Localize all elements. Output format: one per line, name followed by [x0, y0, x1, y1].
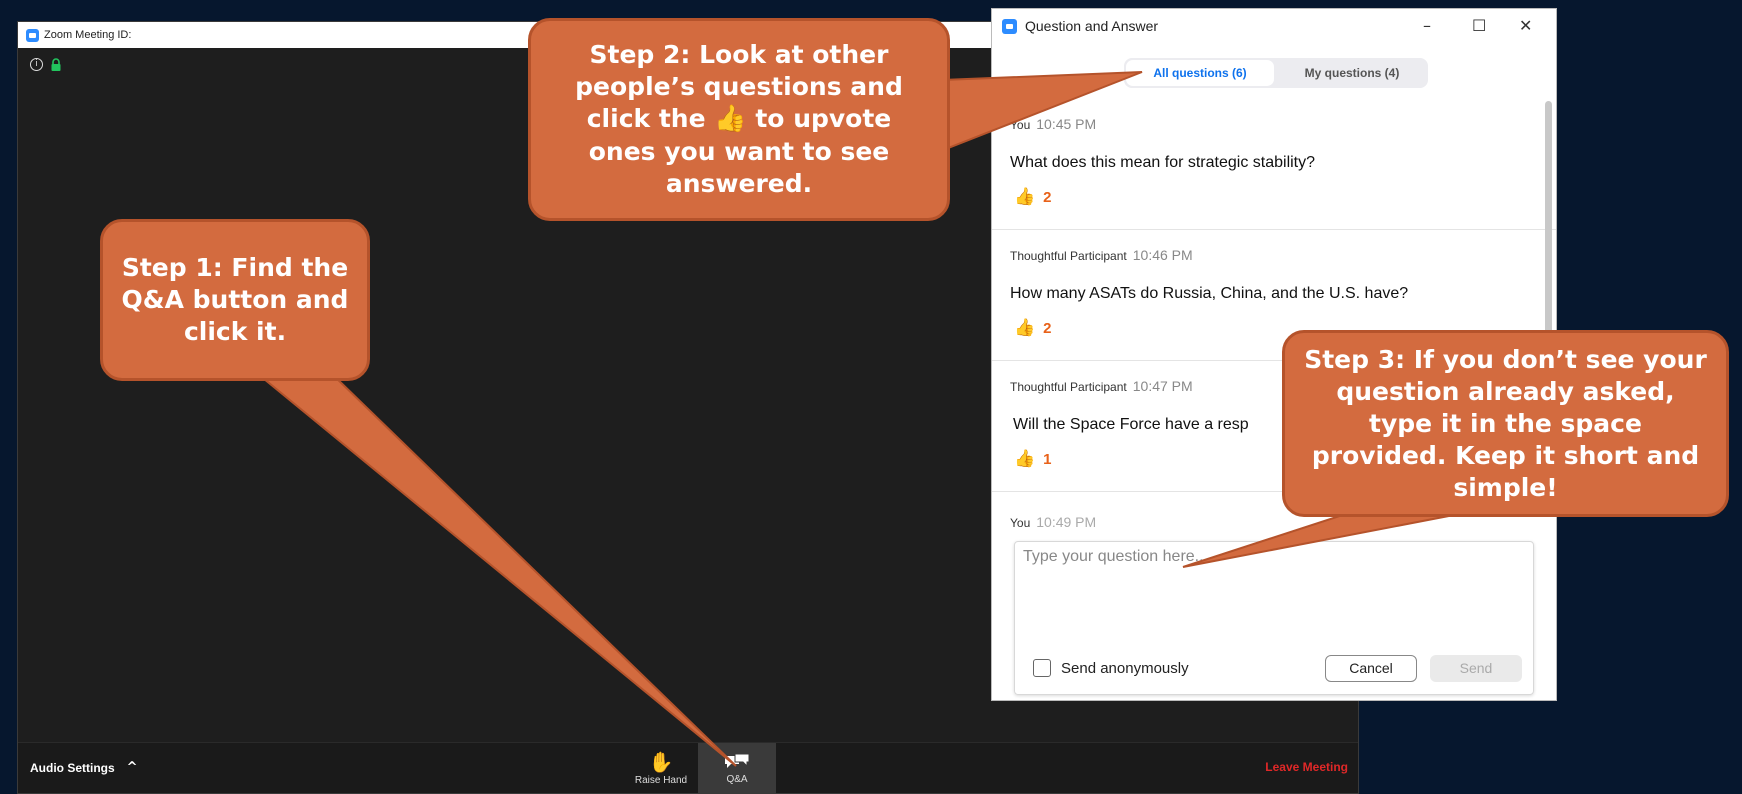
qa-button[interactable]: Q&A [698, 743, 776, 793]
close-icon[interactable]: ✕ [1519, 16, 1532, 35]
callout-step-1: Step 1: Find the Q&A button and click it… [100, 219, 370, 381]
compose-box: Send anonymously Cancel Send [1014, 541, 1534, 695]
hand-icon: ✋ [648, 749, 674, 774]
callout-step-2-text: Step 2: Look at other people’s questions… [553, 39, 925, 200]
send-button[interactable]: Send [1430, 655, 1522, 682]
compose-header: You 10:49 PM [1010, 514, 1096, 530]
compose-author: You [1010, 516, 1031, 530]
callout-step-3: Step 3: If you don’t see your question a… [1282, 330, 1729, 517]
upvote-count: 1 [1043, 450, 1052, 468]
callout-step-1-text: Step 1: Find the Q&A button and click it… [121, 253, 349, 346]
thumbs-up-icon: 👍 [1014, 187, 1036, 207]
tab-my-questions[interactable]: My questions (4) [1278, 60, 1426, 86]
question-time: 10:46 PM [1132, 247, 1193, 263]
question-time: 10:47 PM [1132, 378, 1193, 394]
audio-settings-button[interactable]: Audio Settings ^ [30, 760, 138, 775]
upvote-count: 2 [1043, 188, 1052, 206]
tab-all-questions[interactable]: All questions (6) [1126, 60, 1274, 86]
chevron-up-icon[interactable]: ^ [127, 760, 138, 775]
question-header: You 10:45 PM [1010, 116, 1096, 132]
cancel-button[interactable]: Cancel [1325, 655, 1417, 682]
zoom-logo-icon [1002, 18, 1017, 34]
question-text: Will the Space Force have a resp [1013, 416, 1249, 433]
upvote-button[interactable]: 👍 1 [1014, 449, 1052, 469]
question-author: You [1010, 118, 1031, 132]
question-time: 10:45 PM [1036, 116, 1097, 132]
compose-area: You 10:49 PM Send anonymously Cancel Send [992, 489, 1556, 700]
send-anonymously-option[interactable]: Send anonymously [1033, 659, 1189, 677]
upvote-button[interactable]: 👍 2 [1014, 187, 1052, 207]
callout-step-3-text: Step 3: If you don’t see your question a… [1304, 344, 1707, 502]
compose-time: 10:49 PM [1036, 514, 1097, 530]
info-icon[interactable]: i [30, 58, 43, 71]
zoom-logo-icon [26, 28, 39, 42]
maximize-icon[interactable]: ☐ [1472, 16, 1486, 35]
qa-tabs: All questions (6) My questions (4) [1124, 58, 1428, 88]
thumbs-up-icon: 👍 [1014, 318, 1036, 338]
qa-titlebar: Question and Answer – ☐ ✕ [992, 9, 1556, 43]
question-author: Thoughtful Participant [1010, 380, 1127, 394]
qa-chat-icon [725, 753, 750, 768]
qa-window-title: Question and Answer [1025, 18, 1159, 34]
audio-settings-label: Audio Settings [30, 760, 115, 775]
lock-icon[interactable] [51, 58, 61, 71]
meeting-info-icons: i [30, 58, 61, 71]
question-text: How many ASATs do Russia, China, and the… [1010, 285, 1409, 302]
question-input[interactable] [1021, 546, 1525, 630]
raise-hand-label: Raise Hand [634, 774, 688, 786]
question-header: Thoughtful Participant 10:46 PM [1010, 247, 1193, 263]
question-text: What does this mean for strategic stabil… [1010, 154, 1316, 171]
thumbs-up-icon: 👍 [714, 103, 747, 134]
upvote-count: 2 [1043, 319, 1052, 337]
thumbs-up-icon: 👍 [1014, 449, 1036, 469]
anonymous-checkbox[interactable] [1033, 659, 1051, 677]
callout-step-2: Step 2: Look at other people’s questions… [528, 18, 950, 221]
qa-button-label: Q&A [726, 773, 748, 785]
raise-hand-button[interactable]: ✋ Raise Hand [628, 743, 694, 793]
question-header: Thoughtful Participant 10:47 PM [1010, 378, 1193, 394]
anonymous-label: Send anonymously [1061, 659, 1189, 677]
leave-meeting-button[interactable]: Leave Meeting [1265, 760, 1348, 774]
meeting-toolbar: Audio Settings ^ ✋ Raise Hand Q&A Leave … [18, 742, 1358, 793]
question-author: Thoughtful Participant [1010, 249, 1127, 263]
upvote-button[interactable]: 👍 2 [1014, 318, 1052, 338]
minimize-icon[interactable]: – [1423, 16, 1431, 35]
question-item: You 10:45 PM What does this mean for stra… [992, 99, 1556, 230]
window-title: Zoom Meeting ID: [44, 29, 132, 41]
